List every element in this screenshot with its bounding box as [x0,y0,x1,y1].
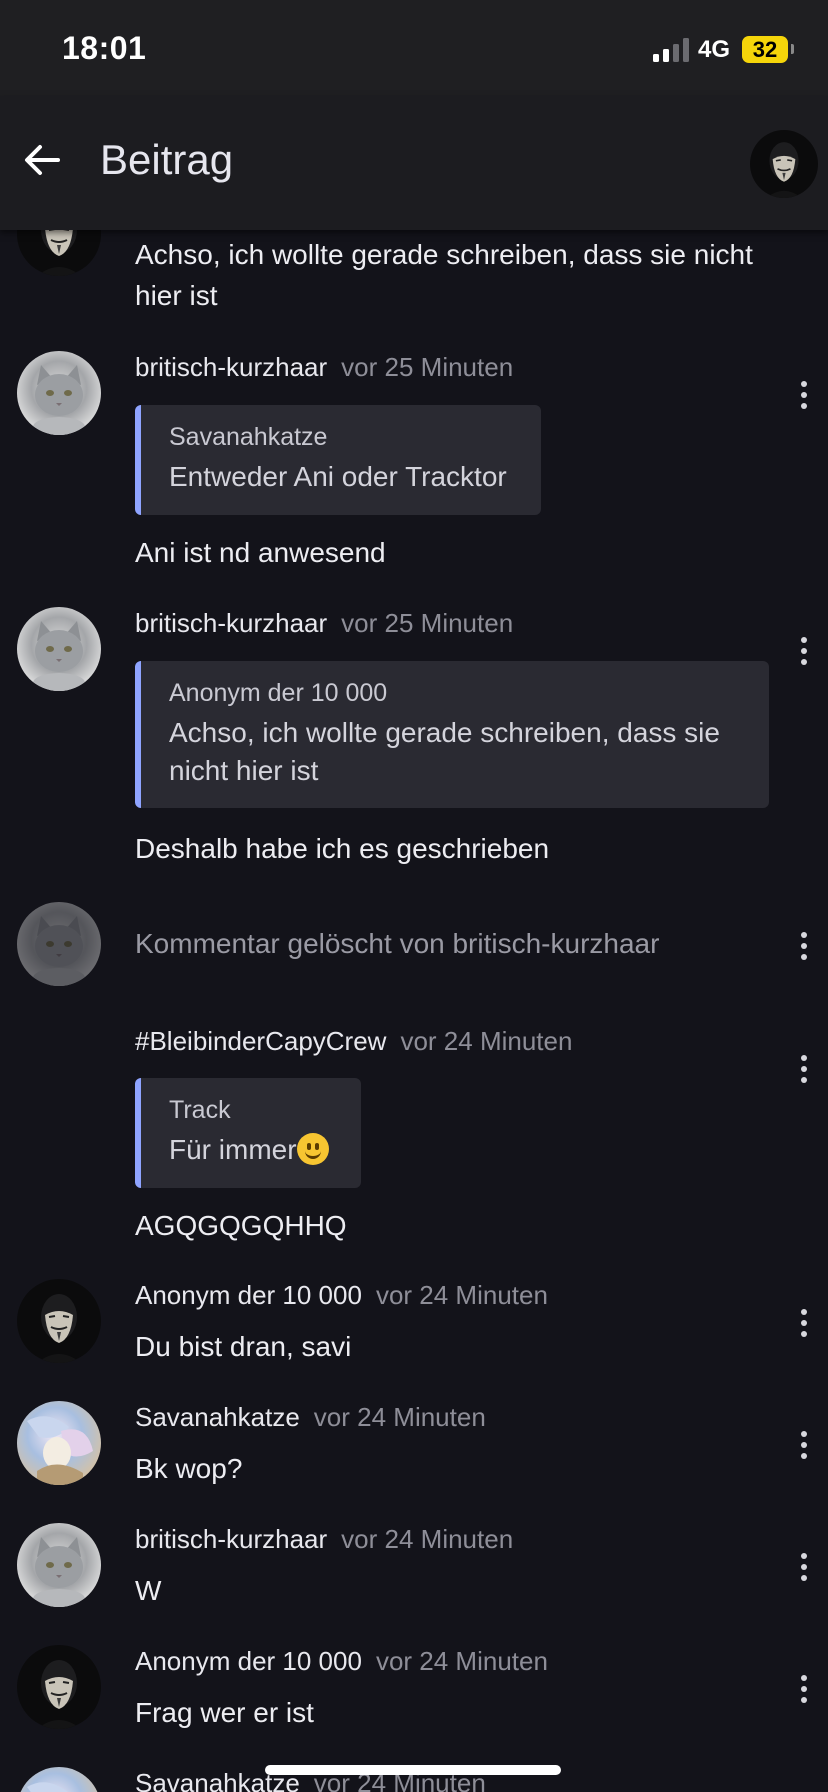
avatar[interactable] [17,1523,101,1607]
quoted-comment[interactable]: Track Für immer [135,1078,361,1188]
avatar [17,902,101,986]
timestamp: vor 24 Minuten [375,1280,548,1310]
comment-text: AGQGQGQHHQ [135,1210,347,1241]
more-vertical-icon[interactable] [792,932,816,966]
avatar[interactable] [17,1401,101,1485]
quoted-comment[interactable]: Anonym der 10 000 Achso, ich wollte gera… [135,661,769,808]
quote-author: Track [169,1096,231,1124]
header-avatar[interactable] [750,130,818,198]
home-indicator[interactable] [265,1765,561,1775]
comment-meta: britisch-kurzhaar vor 25 Minuten [135,352,513,383]
comment-meta: Anonym der 10 000 vor 24 Minuten [135,1280,548,1311]
avatar[interactable] [17,1645,101,1729]
username[interactable]: Anonym der 10 000 [135,1280,362,1310]
timestamp: vor 24 Minuten [313,1402,486,1432]
avatar[interactable] [17,1279,101,1363]
page-title: Beitrag [100,136,234,183]
comment-text: Frag wer er ist [135,1697,314,1728]
comment-text: Bk wop? [135,1453,243,1484]
avatar[interactable] [17,607,101,691]
comment-text: Du bist dran, savi [135,1331,352,1362]
deleted-comment-text: Kommentar gelöscht von britisch-kurzhaar [135,928,660,959]
more-vertical-icon[interactable] [792,381,816,415]
quote-text: Achso, ich wollte gerade schreiben, dass… [169,717,720,786]
app-bar: Beitrag [0,96,828,230]
avatar[interactable] [17,351,101,435]
timestamp: vor 25 Minuten [341,608,514,638]
timestamp: vor 25 Minuten [341,352,514,382]
avatar[interactable] [17,1767,101,1792]
status-time: 18:01 [62,30,147,66]
comment-meta: britisch-kurzhaar vor 24 Minuten [135,1524,513,1555]
username[interactable]: britisch-kurzhaar [135,608,327,638]
timestamp: vor 24 Minuten [400,1026,573,1056]
quoted-comment[interactable]: Savanahkatze Entweder Ani oder Tracktor [135,405,541,515]
cellular-signal-icon [653,38,689,62]
more-vertical-icon[interactable] [792,1675,816,1709]
comment-text: Deshalb habe ich es geschrieben [135,833,550,864]
username[interactable]: Savanahkatze [135,1402,300,1432]
avatar[interactable] [17,230,101,276]
comment-text: Achso, ich wollte gerade schreiben, dass… [135,239,753,311]
comment-text: Ani ist nd anwesend [135,537,386,568]
more-vertical-icon[interactable] [792,1309,816,1343]
battery-level: 32 [752,37,778,62]
username[interactable]: #BleibinderCapyCrew [135,1026,386,1056]
more-vertical-icon[interactable] [792,1553,816,1587]
username[interactable]: Anonym der 10 000 [135,1646,362,1676]
username[interactable]: britisch-kurzhaar [135,1524,327,1554]
comment-meta: Savanahkatze vor 24 Minuten [135,1402,486,1433]
comment-text: W [135,1575,162,1606]
battery-tip [791,44,794,54]
quote-text: Entweder Ani oder Tracktor [169,461,507,492]
comment-meta: britisch-kurzhaar vor 25 Minuten [135,608,513,639]
comment-meta: #BleibinderCapyCrew vor 24 Minuten [135,1026,572,1057]
quote-text: Für immer [169,1131,335,1169]
comment-meta: Anonym der 10 000 vor 24 Minuten [135,1646,548,1677]
status-bar: 18:01 4G 32 [0,0,828,96]
username[interactable]: britisch-kurzhaar [135,352,327,382]
more-vertical-icon[interactable] [792,637,816,671]
quote-text-label: Für immer [169,1134,297,1165]
more-vertical-icon[interactable] [792,1055,816,1089]
arrow-left-icon[interactable] [20,138,64,182]
quote-author: Savanahkatze [169,423,328,451]
more-vertical-icon[interactable] [792,1431,816,1465]
more-vertical-icon[interactable] [792,230,816,236]
comment-feed[interactable]: Achso, ich wollte gerade schreiben, dass… [0,230,828,1792]
timestamp: vor 24 Minuten [375,1646,548,1676]
network-type: 4G [698,36,731,63]
timestamp: vor 24 Minuten [341,1524,514,1554]
battery-icon: 32 [742,36,788,63]
quote-author: Anonym der 10 000 [169,679,388,707]
smiley-emoji-icon [296,1133,329,1165]
